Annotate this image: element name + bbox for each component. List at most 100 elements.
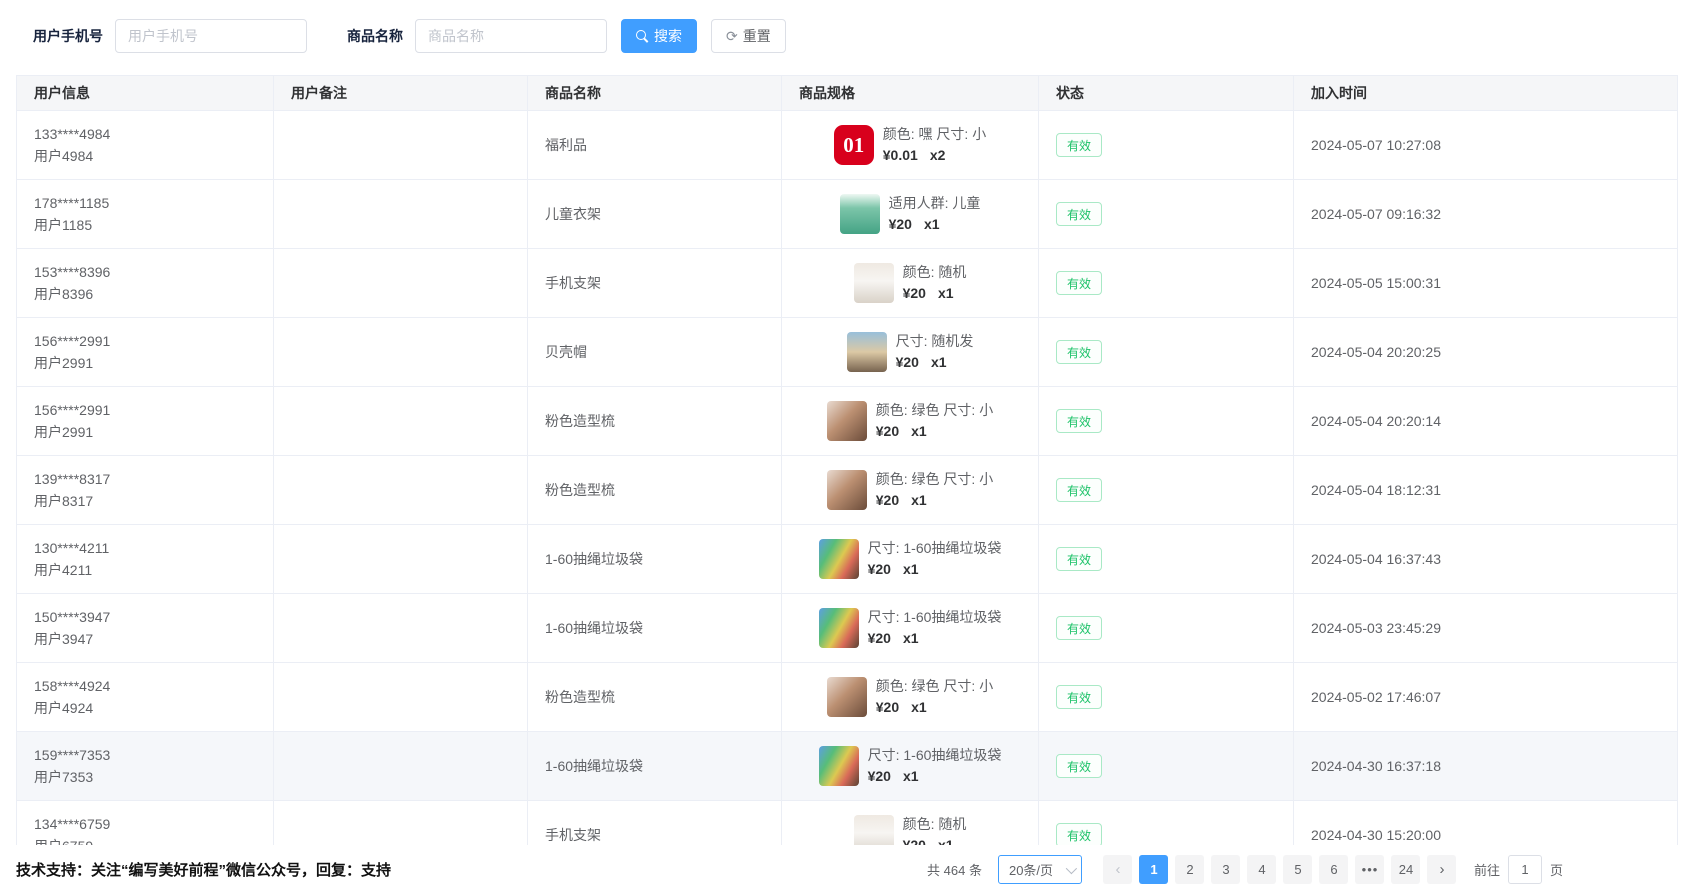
price: ¥20 xyxy=(876,492,899,508)
price: ¥20 xyxy=(876,699,899,715)
reset-button[interactable]: ⟳ 重置 xyxy=(711,19,786,53)
price: ¥20 xyxy=(868,630,891,646)
cell-user-remark xyxy=(274,318,528,387)
cell-add-time: 2024-05-04 16:37:43 xyxy=(1294,525,1677,594)
table-row[interactable]: 156****2991 用户2991 粉色造型梳 颜色: 绿色 尺寸: 小 ¥2… xyxy=(17,387,1677,456)
user-name: 用户2991 xyxy=(34,421,256,443)
cell-user-remark xyxy=(274,249,528,318)
spec-price-qty: ¥20x1 xyxy=(876,697,993,718)
cell-add-time: 2024-05-07 10:27:08 xyxy=(1294,111,1677,180)
user-phone: 156****2991 xyxy=(34,399,256,421)
cell-user-info: 150****3947 用户3947 xyxy=(17,594,274,663)
add-time: 2024-05-04 18:12:31 xyxy=(1311,479,1660,501)
table-row[interactable]: 150****3947 用户3947 1-60抽绳垃圾袋 尺寸: 1-60抽绳垃… xyxy=(17,594,1677,663)
more-pages-button[interactable]: ••• xyxy=(1355,855,1384,884)
phone-label: 用户手机号 xyxy=(33,26,103,46)
cell-status: 有效 xyxy=(1039,180,1294,249)
product-name-input[interactable] xyxy=(415,19,607,53)
quantity: x1 xyxy=(938,285,954,301)
product-name: 粉色造型梳 xyxy=(545,479,764,501)
page-button[interactable]: 3 xyxy=(1211,855,1240,884)
table-row[interactable]: 130****4211 用户4211 1-60抽绳垃圾袋 尺寸: 1-60抽绳垃… xyxy=(17,525,1677,594)
status-badge: 有效 xyxy=(1056,133,1102,157)
spec-lines: 颜色: 嘿 尺寸: 小 ¥0.01x2 xyxy=(883,124,986,166)
user-phone: 139****8317 xyxy=(34,468,256,490)
cell-product-name: 儿童衣架 xyxy=(528,180,782,249)
pink-comb-image xyxy=(827,470,867,510)
spec-price-qty: ¥0.01x2 xyxy=(883,145,986,166)
cell-product-spec: 颜色: 绿色 尺寸: 小 ¥20x1 xyxy=(782,663,1039,732)
kids-hanger-image xyxy=(840,194,880,234)
prev-page-button[interactable]: ‹ xyxy=(1103,855,1132,884)
user-name: 用户7353 xyxy=(34,766,256,788)
cell-user-remark xyxy=(274,180,528,249)
table-row[interactable]: 133****4984 用户4984 福利品 01 颜色: 嘿 尺寸: 小 ¥0… xyxy=(17,111,1677,180)
user-name: 用户4924 xyxy=(34,697,256,719)
cell-product-spec: 颜色: 随机 ¥20x1 xyxy=(782,249,1039,318)
cell-status: 有效 xyxy=(1039,456,1294,525)
table-row[interactable]: 159****7353 用户7353 1-60抽绳垃圾袋 尺寸: 1-60抽绳垃… xyxy=(17,732,1677,801)
user-name: 用户8396 xyxy=(34,283,256,305)
quantity: x1 xyxy=(931,354,947,370)
cell-user-info: 159****7353 用户7353 xyxy=(17,732,274,801)
user-name: 用户2991 xyxy=(34,352,256,374)
cell-user-info: 153****8396 用户8396 xyxy=(17,249,274,318)
cell-product-name: 福利品 xyxy=(528,111,782,180)
quantity: x1 xyxy=(911,423,927,439)
search-button-label: 搜索 xyxy=(654,26,682,46)
goto-page-input[interactable] xyxy=(1508,855,1542,884)
cell-product-spec: 尺寸: 1-60抽绳垃圾袋 ¥20x1 xyxy=(782,594,1039,663)
phone-input[interactable] xyxy=(115,19,307,53)
column-header: 用户备注 xyxy=(274,76,528,111)
pagination: 共 464 条 20条/页 ‹ 123456•••24 › 前往 页 xyxy=(927,855,1563,884)
goto-page: 前往 页 xyxy=(1474,855,1563,884)
user-phone: 159****7353 xyxy=(34,744,256,766)
quantity: x1 xyxy=(903,768,919,784)
page-button[interactable]: 5 xyxy=(1283,855,1312,884)
spec-price-qty: ¥20 x1 xyxy=(903,283,967,304)
product-name: 粉色造型梳 xyxy=(545,686,764,708)
add-time: 2024-05-05 15:00:31 xyxy=(1311,272,1660,294)
spec-text: 颜色: 绿色 尺寸: 小 xyxy=(876,676,993,697)
user-phone: 178****1185 xyxy=(34,192,256,214)
spec-text: 尺寸: 随机发 xyxy=(896,331,974,352)
table-row[interactable]: 158****4924 用户4924 粉色造型梳 颜色: 绿色 尺寸: 小 ¥2… xyxy=(17,663,1677,732)
pink-comb-image xyxy=(827,677,867,717)
cell-product-name: 粉色造型梳 xyxy=(528,387,782,456)
cell-status: 有效 xyxy=(1039,387,1294,456)
cell-user-remark xyxy=(274,456,528,525)
product-name: 手机支架 xyxy=(545,824,764,846)
user-name: 用户8317 xyxy=(34,490,256,512)
page-button[interactable]: 2 xyxy=(1175,855,1204,884)
spec-lines: 颜色: 随机 ¥20x1 xyxy=(903,262,967,304)
page-button[interactable]: 4 xyxy=(1247,855,1276,884)
cell-user-info: 178****1185 用户1185 xyxy=(17,180,274,249)
table-row[interactable]: 139****8317 用户8317 粉色造型梳 颜色: 绿色 尺寸: 小 ¥2… xyxy=(17,456,1677,525)
search-button[interactable]: 搜索 xyxy=(621,19,697,53)
table-header-row: 用户信息用户备注商品名称商品规格状态加入时间 xyxy=(17,76,1677,111)
trash-bags-image xyxy=(819,608,859,648)
user-name: 用户4984 xyxy=(34,145,256,167)
cell-status: 有效 xyxy=(1039,318,1294,387)
table-row[interactable]: 178****1185 用户1185 儿童衣架 适用人群: 儿童 ¥20x1 有… xyxy=(17,180,1677,249)
page-button[interactable]: 24 xyxy=(1391,855,1420,884)
table-row[interactable]: 156****2991 用户2991 贝壳帽 尺寸: 随机发 ¥20x1 有效 … xyxy=(17,318,1677,387)
status-badge: 有效 xyxy=(1056,823,1102,847)
table-row[interactable]: 153****8396 用户8396 手机支架 颜色: 随机 ¥20x1 有效 … xyxy=(17,249,1677,318)
page-size-select[interactable]: 20条/页 xyxy=(998,855,1082,884)
spec-price-qty: ¥20x1 xyxy=(876,490,993,511)
column-header: 加入时间 xyxy=(1294,76,1677,111)
price: ¥20 xyxy=(903,285,926,301)
price: ¥20 xyxy=(876,423,899,439)
cell-product-spec: 尺寸: 随机发 ¥20x1 xyxy=(782,318,1039,387)
column-header: 用户信息 xyxy=(17,76,274,111)
status-badge: 有效 xyxy=(1056,685,1102,709)
page-button-active[interactable]: 1 xyxy=(1139,855,1168,884)
refresh-icon: ⟳ xyxy=(726,29,738,43)
price: ¥20 xyxy=(868,561,891,577)
column-header: 商品名称 xyxy=(528,76,782,111)
spec-lines: 颜色: 绿色 尺寸: 小 ¥20x1 xyxy=(876,469,993,511)
next-page-button[interactable]: › xyxy=(1427,855,1456,884)
pink-comb-image xyxy=(827,401,867,441)
page-button[interactable]: 6 xyxy=(1319,855,1348,884)
